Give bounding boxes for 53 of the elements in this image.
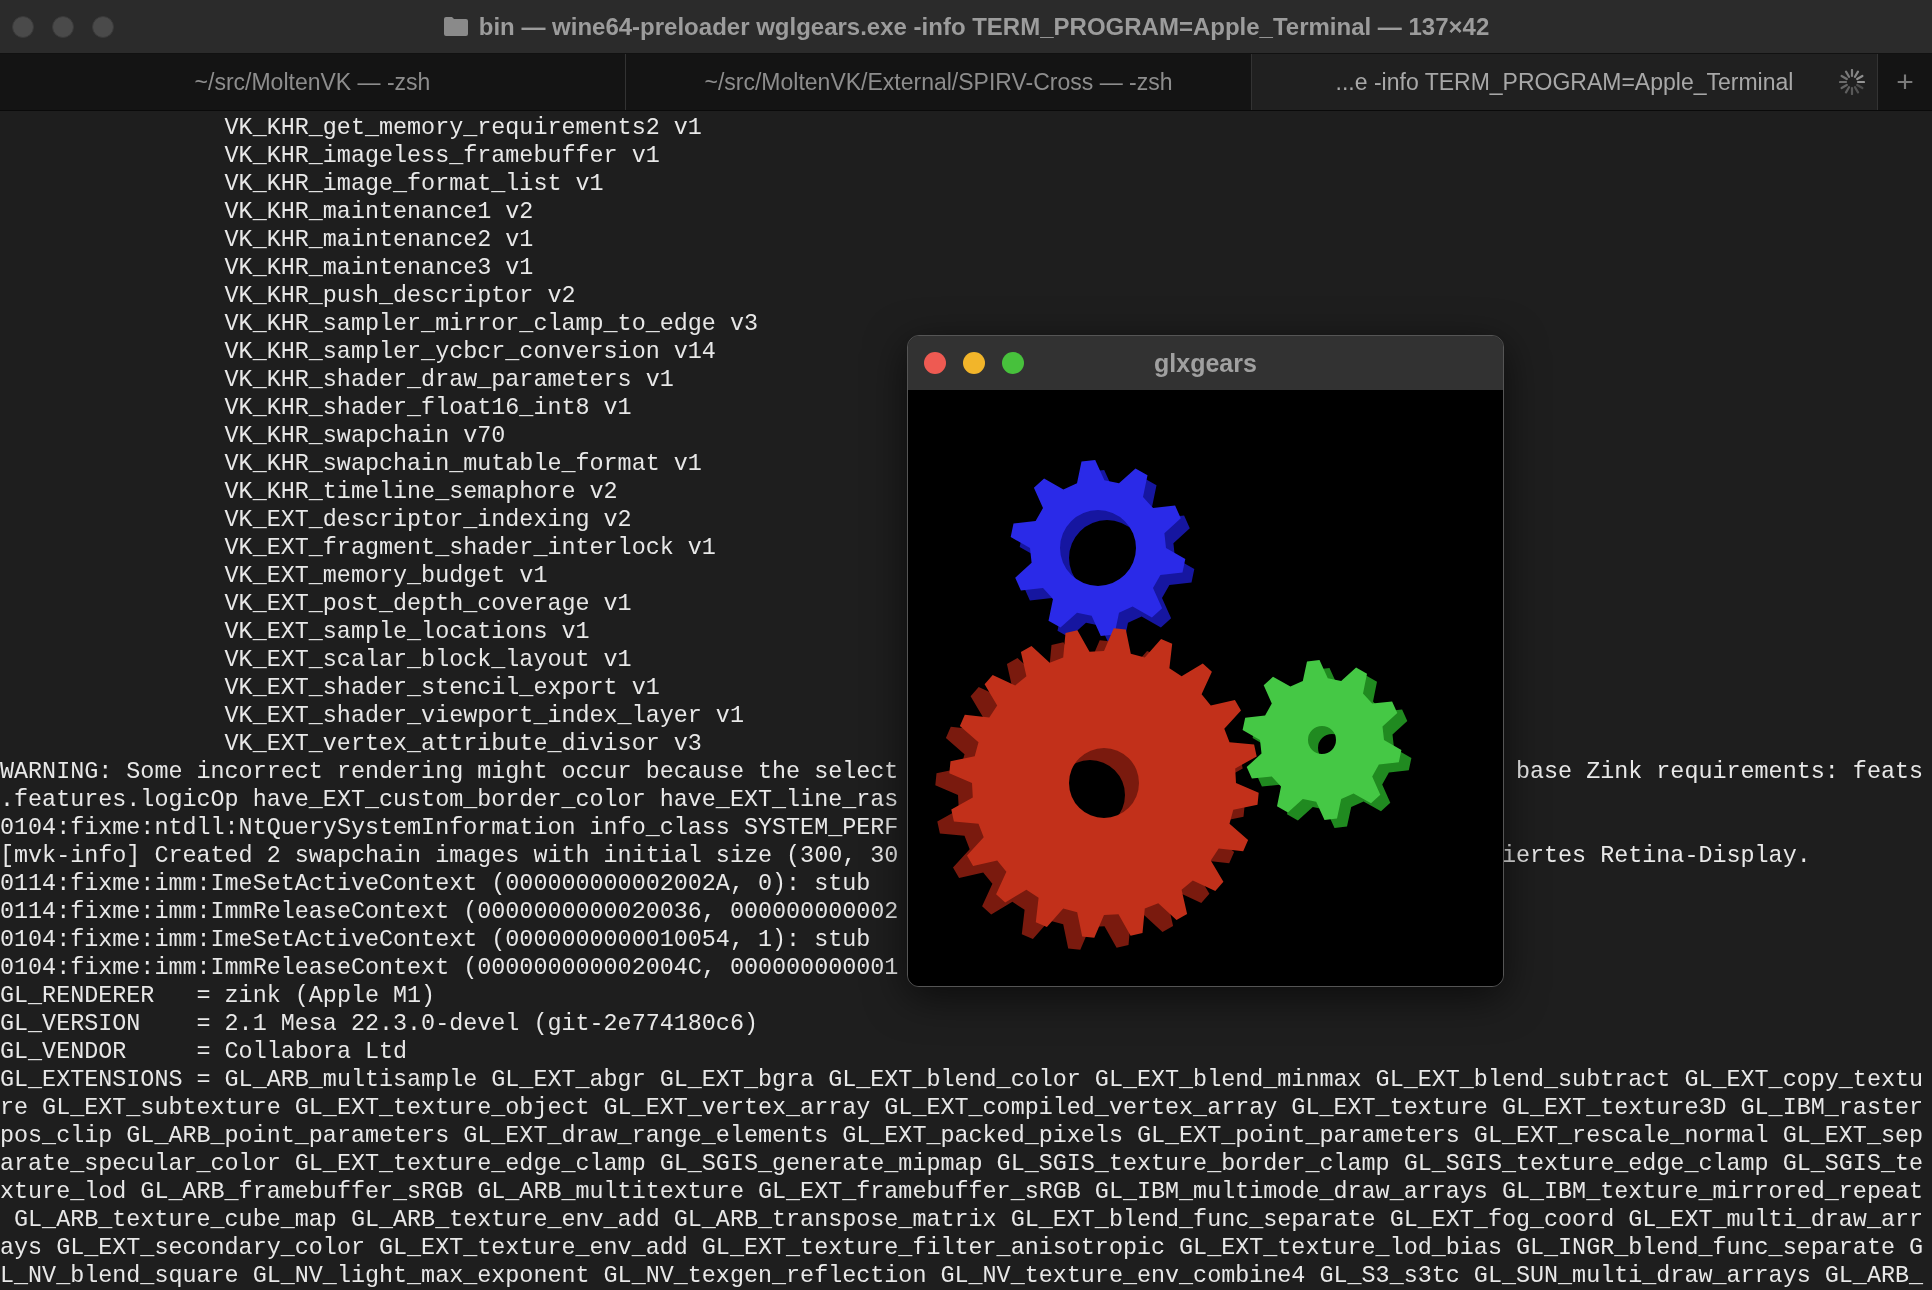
terminal-line: L_NV_blend_square GL_NV_light_max_exponent GL_NV_texgen_reflection GL_NV_texture_env_combine4 GL_S3_s3tc GL_SUN_multi_draw_arrays GL_ARB_ bbox=[0, 1262, 1924, 1290]
terminal-line: VK_EXT_shader_stencil_export v1 bbox=[223, 674, 660, 702]
terminal-line: 0104:fixme:ntdll:NtQuerySystemInformation info_class SYSTEM_PERF bbox=[0, 814, 899, 842]
terminal-line: VK_KHR_maintenance2 v1 bbox=[223, 226, 534, 254]
terminal-line: VK_KHR_swapchain_mutable_format v1 bbox=[223, 450, 702, 478]
tab[interactable]: ...e -info TERM_PROGRAM=Apple_Terminal bbox=[1252, 54, 1878, 110]
terminal-line: GL_VERSION = 2.1 Mesa 22.3.0-devel (git-2e774180c6) bbox=[0, 1010, 758, 1038]
window-title: bin — wine64-preloader wglgears.exe -info TERM_PROGRAM=Apple_Terminal — 137×42 bbox=[478, 12, 1490, 41]
terminal-line: 0104:fixme:imm:ImeSetActiveContext (0000000000010054, 1): stub bbox=[0, 926, 871, 954]
terminal-line: ays GL_EXT_secondary_color GL_EXT_texture_env_add GL_EXT_texture_filter_anisotropic GL_EXT_texture_lod_bias GL_INGR_blend_func_separate G bbox=[0, 1234, 1924, 1262]
terminal-line: VK_KHR_maintenance1 v2 bbox=[223, 198, 534, 226]
terminal-line: 0114:fixme:imm:ImeSetActiveContext (000000000002002A, 0): stub bbox=[0, 870, 871, 898]
new-tab-button[interactable]: + bbox=[1878, 54, 1932, 110]
terminal-line: VK_KHR_shader_float16_int8 v1 bbox=[223, 394, 632, 422]
terminal-line: WARNING: Some incorrect rendering might occur because the select bbox=[0, 758, 899, 786]
terminal-line: VK_KHR_get_memory_requirements2 v1 bbox=[223, 114, 702, 142]
terminal-line: [mvk-info] Created 2 swapchain images with initial size (300, 30 bbox=[0, 842, 899, 870]
terminal-line: GL_EXTENSIONS = GL_ARB_multisample GL_EXT_abgr GL_EXT_bgra GL_EXT_blend_color GL_EXT_blend_minmax GL_EXT_blend_subtract GL_EXT_copy_textu bbox=[0, 1066, 1924, 1094]
terminal-line: VK_EXT_vertex_attribute_divisor v3 bbox=[223, 730, 702, 758]
terminal-line: re GL_EXT_subtexture GL_EXT_texture_object GL_EXT_vertex_array GL_EXT_compiled_vertex_array GL_EXT_texture GL_EXT_texture3D GL_IBM_raster bbox=[0, 1094, 1924, 1122]
terminal-line: GL_RENDERER = zink (Apple M1) bbox=[0, 982, 436, 1010]
terminal-line: 0114:fixme:imm:ImmReleaseContext (0000000000020036, 000000000002 bbox=[0, 898, 899, 926]
terminal-line: VK_KHR_push_descriptor v2 bbox=[223, 282, 576, 310]
terminal-line: iertes Retina-Display. bbox=[1501, 842, 1811, 870]
folder-icon bbox=[442, 16, 469, 37]
terminal-line: base Zink requirements: feats bbox=[1514, 758, 1924, 786]
terminal-line: GL_ARB_texture_cube_map GL_ARB_texture_env_add GL_ARB_transpose_matrix GL_EXT_blend_func_separate GL_EXT_fog_coord GL_EXT_multi_draw_arr bbox=[13, 1206, 1924, 1234]
terminal-line: VK_KHR_timeline_semaphore v2 bbox=[223, 478, 618, 506]
terminal-line: 0104:fixme:imm:ImmReleaseContext (000000000002004C, 000000000001 bbox=[0, 954, 899, 982]
terminal-line: VK_KHR_sampler_mirror_clamp_to_edge v3 bbox=[223, 310, 758, 338]
terminal-line: VK_EXT_post_depth_coverage v1 bbox=[223, 590, 632, 618]
terminal-line: GL_VENDOR = Collabora Ltd bbox=[0, 1038, 408, 1066]
terminal-line: pos_clip GL_ARB_point_parameters GL_EXT_draw_range_elements GL_EXT_packed_pixels GL_EXT_point_parameters GL_EXT_rescale_normal GL_EXT_sep bbox=[0, 1122, 1924, 1150]
terminal-line: VK_KHR_shader_draw_parameters v1 bbox=[223, 366, 674, 394]
terminal-line: VK_KHR_sampler_ycbcr_conversion v14 bbox=[223, 338, 716, 366]
terminal-line: VK_EXT_scalar_block_layout v1 bbox=[223, 646, 632, 674]
close-button[interactable] bbox=[924, 352, 946, 374]
terminal-line: VK_EXT_sample_locations v1 bbox=[223, 618, 590, 646]
terminal-line: VK_EXT_shader_viewport_index_layer v1 bbox=[223, 702, 744, 730]
terminal-line: VK_EXT_memory_budget v1 bbox=[223, 562, 548, 590]
terminal-line: arate_specular_color GL_EXT_texture_edge_clamp GL_SGIS_generate_mipmap GL_SGIS_texture_border_clamp GL_SGIS_texture_edge_clamp GL_SGIS_te bbox=[0, 1150, 1924, 1178]
terminal-line: VK_EXT_fragment_shader_interlock v1 bbox=[223, 534, 716, 562]
zoom-button[interactable] bbox=[1002, 352, 1024, 374]
terminal-line: VK_EXT_descriptor_indexing v2 bbox=[223, 506, 632, 534]
terminal-line: .features.logicOp have_EXT_custom_border_color have_EXT_line_ras bbox=[0, 786, 899, 814]
terminal-line: xture_lod GL_ARB_framebuffer_sRGB GL_ARB_multitexture GL_EXT_framebuffer_sRGB GL_IBM_multimode_draw_arrays GL_IBM_texture_mirrored_repeat bbox=[0, 1178, 1924, 1206]
terminal-line: VK_KHR_swapchain v70 bbox=[223, 422, 506, 450]
terminal-line: VK_KHR_maintenance3 v1 bbox=[223, 254, 534, 282]
terminal-line: VK_KHR_image_format_list v1 bbox=[223, 170, 604, 198]
tab[interactable]: ~/src/MoltenVK — -zsh bbox=[0, 54, 626, 110]
terminal-line: VK_KHR_imageless_framebuffer v1 bbox=[223, 142, 660, 170]
minimize-button[interactable] bbox=[963, 352, 985, 374]
window-title: glxgears bbox=[1154, 348, 1257, 378]
